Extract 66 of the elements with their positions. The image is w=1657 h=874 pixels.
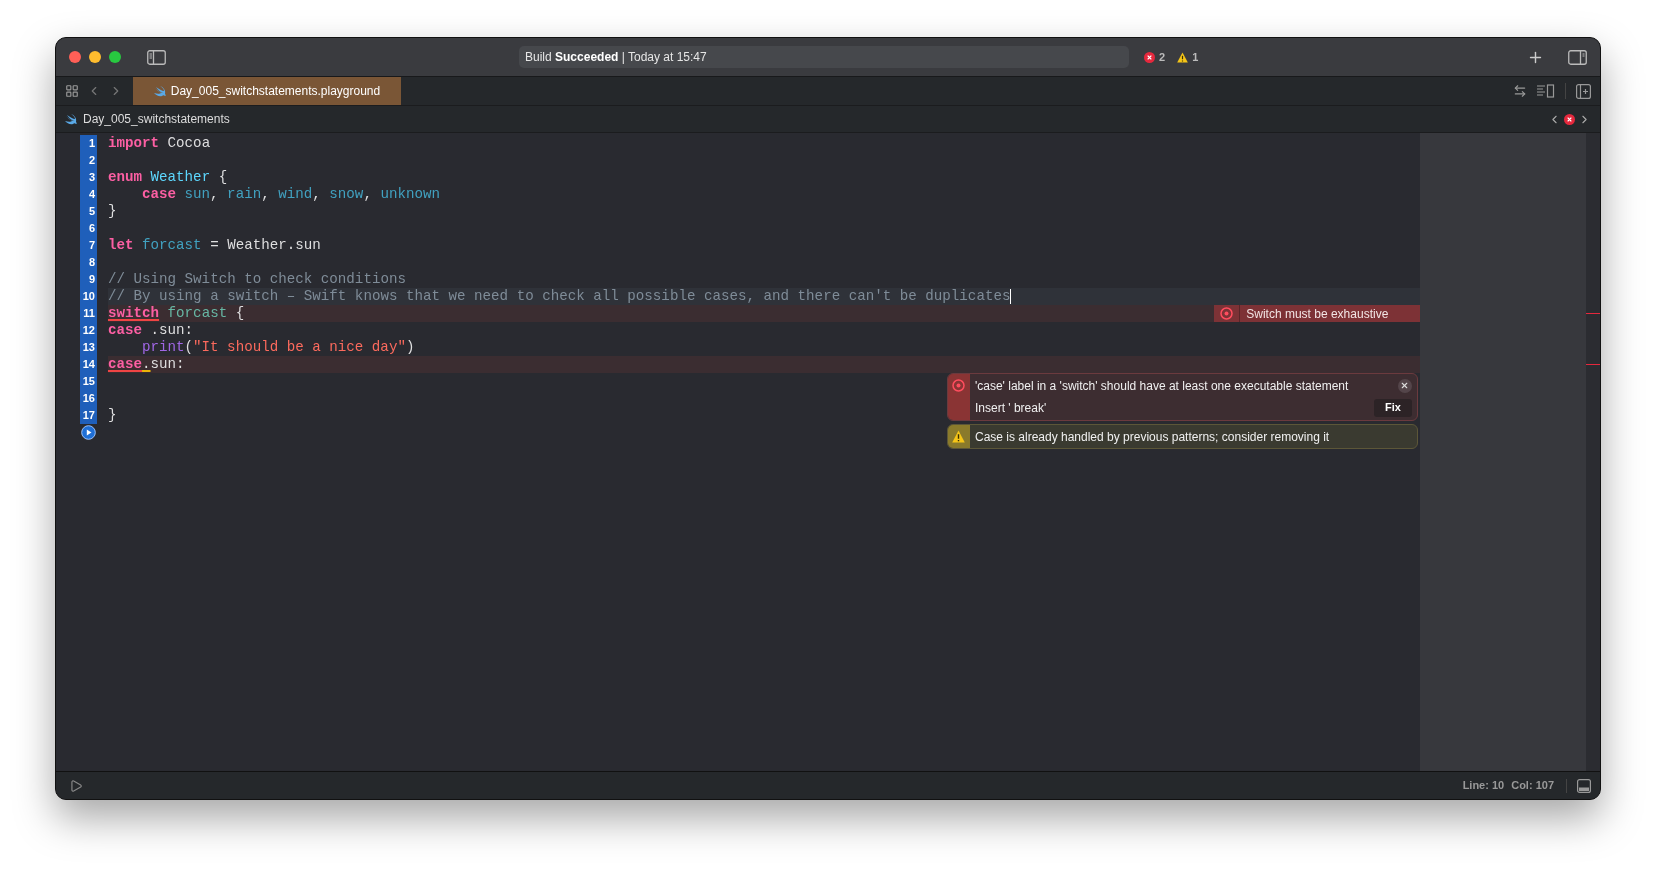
zoom-window-button[interactable]: [109, 51, 121, 63]
line-number[interactable]: 7: [80, 237, 97, 254]
error-marker: [1586, 313, 1600, 314]
minimize-window-button[interactable]: [89, 51, 101, 63]
grid-icon[interactable]: [65, 84, 79, 98]
code-text: case.sun:: [107, 356, 185, 373]
code-text: case .sun:: [107, 322, 194, 339]
issue-message: Case is already handled by previous patterns; consider removing it: [974, 428, 1330, 446]
line-number[interactable]: 12: [80, 322, 97, 339]
line-number[interactable]: 17: [80, 407, 97, 424]
code-text: enum Weather {: [107, 169, 228, 186]
fix-button[interactable]: Fix: [1374, 398, 1412, 417]
line-number[interactable]: 3: [80, 169, 97, 186]
add-editor-icon[interactable]: [1576, 83, 1591, 99]
line-number[interactable]: 8: [80, 254, 97, 271]
line-number[interactable]: 14: [80, 356, 97, 373]
code-text: case sun, rain, wind, snow, unknown: [141, 186, 440, 203]
swift-icon: [65, 113, 77, 125]
error-icon: [952, 379, 966, 392]
fix-suggestion[interactable]: Insert ' break': [974, 398, 1047, 417]
code-text: switch forcast {: [107, 305, 245, 322]
cursor-line: Line: 10: [1462, 778, 1505, 794]
editor-tab[interactable]: Day_005_switchstatements.playground: [133, 77, 401, 105]
run-play-icon[interactable]: [81, 425, 96, 440]
inspector-toggle-icon[interactable]: [1568, 49, 1587, 65]
error-icon: [1220, 307, 1234, 320]
close-button[interactable]: [1397, 378, 1412, 393]
line-number[interactable]: 4: [80, 186, 97, 203]
swift-icon: [153, 85, 166, 97]
error-icon: [1144, 51, 1155, 63]
close-window-button[interactable]: [69, 51, 81, 63]
build-status: Build Succeeded | Today at 15:47: [525, 49, 707, 66]
text-cursor: [1010, 289, 1012, 304]
debug-area-icon[interactable]: [1577, 778, 1591, 793]
close-icon: [1400, 381, 1410, 390]
issue-message: 'case' label in a 'switch' should have at least one executable statement: [974, 377, 1349, 395]
error-icon: [1564, 113, 1575, 125]
line-number[interactable]: 10: [80, 288, 97, 305]
line-number[interactable]: 6: [80, 220, 97, 237]
error-marker: [1586, 364, 1600, 365]
line-number[interactable]: 13: [80, 339, 97, 356]
code-text: // By using a switch – Swift knows that we need to check all possible cases, and there can't be duplicates: [107, 288, 1012, 305]
editor-options-icon[interactable]: [1537, 84, 1555, 98]
warning-icon: [952, 430, 966, 443]
warning-icon: [1177, 51, 1189, 63]
line-number[interactable]: 9: [80, 271, 97, 288]
sidebar-toggle-icon[interactable]: [147, 49, 166, 65]
cursor-column: Col: 107: [1511, 777, 1554, 794]
code-text: import Cocoa: [107, 135, 211, 152]
code-text: let forcast = Weather.sun: [107, 237, 321, 254]
run-icon[interactable]: [69, 778, 83, 793]
annotation-text: Switch must be exhaustive: [1245, 305, 1389, 323]
code-text: // Using Switch to check conditions: [107, 271, 406, 288]
line-number[interactable]: 2: [80, 152, 97, 169]
code-text: }: [107, 203, 117, 220]
line-number[interactable]: 5: [80, 203, 97, 220]
line-number[interactable]: 11: [80, 305, 97, 322]
line-number[interactable]: 1: [80, 135, 97, 152]
line-number[interactable]: 15: [80, 373, 97, 390]
swap-icon[interactable]: [1513, 84, 1527, 98]
warning-count[interactable]: 1: [1192, 48, 1199, 66]
error-count[interactable]: 2: [1159, 48, 1166, 66]
line-number[interactable]: 16: [80, 390, 97, 407]
code-text: }: [107, 407, 117, 424]
breadcrumb-item[interactable]: Day_005_switchstatements: [83, 110, 230, 128]
code-text: print("It should be a nice day"): [141, 339, 415, 356]
